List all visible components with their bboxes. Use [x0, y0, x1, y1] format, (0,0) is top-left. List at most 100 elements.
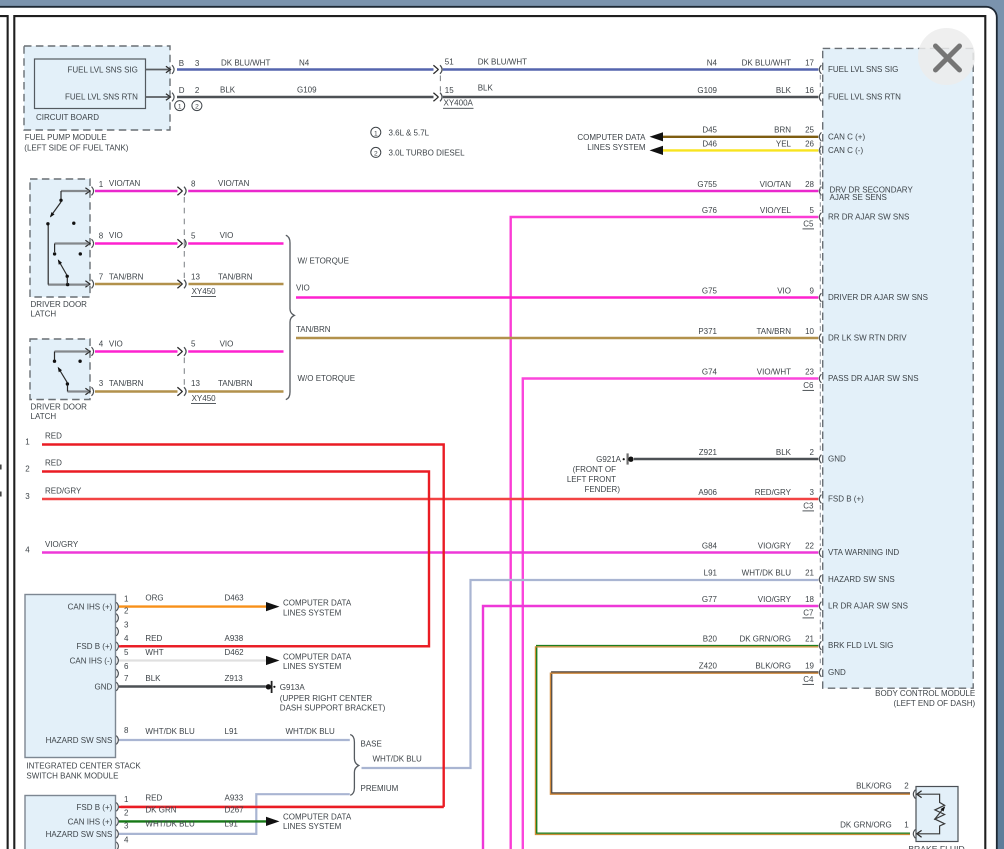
svg-text:10: 10: [805, 327, 814, 336]
svg-text:PREMIUM: PREMIUM: [361, 784, 399, 793]
svg-text:VIO/TAN: VIO/TAN: [109, 179, 141, 188]
svg-text:VIO/WHT: VIO/WHT: [757, 367, 791, 376]
svg-text:RED/GRY: RED/GRY: [755, 488, 792, 497]
svg-text:FSD B (+): FSD B (+): [77, 642, 113, 651]
svg-text:WHT/DK BLU: WHT/DK BLU: [286, 727, 336, 736]
svg-text:FENDER): FENDER): [584, 485, 620, 494]
svg-text:8: 8: [99, 232, 104, 241]
svg-text:BLK/ORG: BLK/ORG: [755, 661, 791, 670]
svg-text:WHT/DK BLU: WHT/DK BLU: [145, 727, 195, 736]
svg-text:VIO: VIO: [220, 340, 234, 349]
svg-text:3: 3: [99, 379, 104, 388]
svg-text:VIO/GRY: VIO/GRY: [758, 541, 792, 550]
svg-text:BRAKE FLUID: BRAKE FLUID: [908, 844, 964, 849]
svg-text:2: 2: [124, 809, 129, 818]
svg-text:8: 8: [191, 180, 196, 189]
svg-text:G109: G109: [697, 86, 717, 95]
svg-text:LATCH: LATCH: [31, 310, 57, 319]
svg-text:VIO/GRY: VIO/GRY: [758, 595, 792, 604]
svg-text:2: 2: [195, 86, 200, 95]
svg-text:G109: G109: [297, 86, 317, 95]
svg-text:LINES SYSTEM: LINES SYSTEM: [283, 662, 342, 671]
svg-text:28: 28: [805, 180, 814, 189]
svg-text:CAN IHS (+): CAN IHS (+): [68, 817, 113, 826]
svg-text:DK BLU/WHT: DK BLU/WHT: [742, 58, 791, 67]
svg-text:Z913: Z913: [225, 674, 244, 683]
svg-text:(LEFT END OF DASH): (LEFT END OF DASH): [894, 699, 976, 708]
svg-text:2: 2: [25, 464, 30, 473]
svg-text:1: 1: [99, 180, 104, 189]
svg-text:21: 21: [805, 635, 814, 644]
svg-text:W/ ETORQUE: W/ ETORQUE: [298, 256, 349, 265]
svg-text:1: 1: [25, 437, 30, 446]
svg-text:LINES SYSTEM: LINES SYSTEM: [587, 143, 646, 152]
svg-text:D462: D462: [225, 648, 245, 657]
svg-text:D46: D46: [702, 139, 717, 148]
svg-text:BASE: BASE: [361, 740, 382, 749]
svg-text:C4: C4: [803, 675, 814, 684]
svg-text:CAN C (-): CAN C (-): [828, 146, 863, 155]
svg-text:DRIVER DOOR: DRIVER DOOR: [31, 300, 88, 309]
svg-text:BLK: BLK: [145, 674, 161, 683]
svg-text:BODY CONTROL MODULE: BODY CONTROL MODULE: [875, 689, 975, 698]
svg-text:RED/GRY: RED/GRY: [45, 486, 82, 495]
svg-text:Z420: Z420: [699, 661, 718, 670]
svg-text:A933: A933: [225, 793, 244, 802]
svg-text:6: 6: [124, 662, 129, 671]
svg-text:WHT: WHT: [145, 648, 163, 657]
svg-text:2: 2: [810, 448, 815, 457]
svg-text:TAN/BRN: TAN/BRN: [756, 327, 791, 336]
svg-text:3: 3: [124, 620, 129, 629]
svg-text:HAZARD SW SNS: HAZARD SW SNS: [828, 575, 895, 584]
svg-text:Z921: Z921: [699, 448, 718, 457]
svg-text:C3: C3: [803, 502, 814, 511]
svg-text:D267: D267: [225, 806, 245, 815]
svg-text:GND: GND: [95, 682, 113, 691]
svg-text:4: 4: [99, 340, 104, 349]
svg-text:N4: N4: [299, 58, 310, 67]
svg-text:1: 1: [374, 130, 378, 137]
svg-text:P371: P371: [698, 327, 717, 336]
svg-text:XY450: XY450: [192, 394, 217, 403]
svg-text:B: B: [179, 59, 184, 68]
svg-text:DK BLU/WHT: DK BLU/WHT: [478, 58, 527, 67]
svg-text:51: 51: [445, 58, 454, 67]
svg-text:RED: RED: [45, 458, 62, 467]
svg-text:RED: RED: [45, 431, 62, 440]
svg-text:1: 1: [178, 104, 182, 111]
svg-text:1: 1: [124, 594, 129, 603]
svg-text:5: 5: [810, 206, 815, 215]
svg-text:HAZARD SW SNS: HAZARD SW SNS: [46, 830, 113, 839]
svg-text:18: 18: [805, 595, 814, 604]
svg-text:26: 26: [805, 139, 814, 148]
svg-text:VIO/TAN: VIO/TAN: [218, 179, 250, 188]
svg-text:RED: RED: [145, 793, 162, 802]
svg-text:VIO/GRY: VIO/GRY: [45, 540, 79, 549]
svg-text:VIO: VIO: [220, 231, 234, 240]
svg-text:VIO/YEL: VIO/YEL: [760, 206, 792, 215]
svg-text:FUEL PUMP MODULE: FUEL PUMP MODULE: [25, 133, 107, 142]
svg-text:GND: GND: [828, 668, 846, 677]
svg-text:A906: A906: [698, 488, 717, 497]
svg-text:INTEGRATED CENTER STACK: INTEGRATED CENTER STACK: [26, 762, 141, 771]
svg-text:CAN IHS (-): CAN IHS (-): [70, 656, 113, 665]
svg-text:FUEL LVL SNS SIG: FUEL LVL SNS SIG: [828, 65, 898, 74]
svg-text:COMPUTER DATA: COMPUTER DATA: [577, 133, 646, 142]
svg-text:COMPUTER DATA: COMPUTER DATA: [283, 598, 352, 607]
svg-text:WHT/DK BLU: WHT/DK BLU: [742, 568, 792, 577]
svg-text:CAN IHS (+): CAN IHS (+): [68, 603, 113, 612]
svg-text:COMPUTER DATA: COMPUTER DATA: [283, 652, 352, 661]
svg-text:7: 7: [99, 272, 104, 281]
svg-text:C7: C7: [803, 609, 814, 618]
svg-text:3: 3: [25, 492, 30, 501]
svg-text:9: 9: [810, 286, 815, 295]
svg-text:G75: G75: [702, 286, 718, 295]
svg-text:L91: L91: [704, 568, 718, 577]
svg-text:2: 2: [195, 104, 199, 111]
svg-text:CAN C (+): CAN C (+): [828, 132, 865, 141]
svg-text:FSD B (+): FSD B (+): [828, 495, 864, 504]
svg-text:3: 3: [195, 59, 200, 68]
svg-text:8: 8: [124, 726, 129, 735]
svg-text:22: 22: [805, 541, 814, 550]
svg-text:PASS DR AJAR SW SNS: PASS DR AJAR SW SNS: [828, 374, 919, 383]
